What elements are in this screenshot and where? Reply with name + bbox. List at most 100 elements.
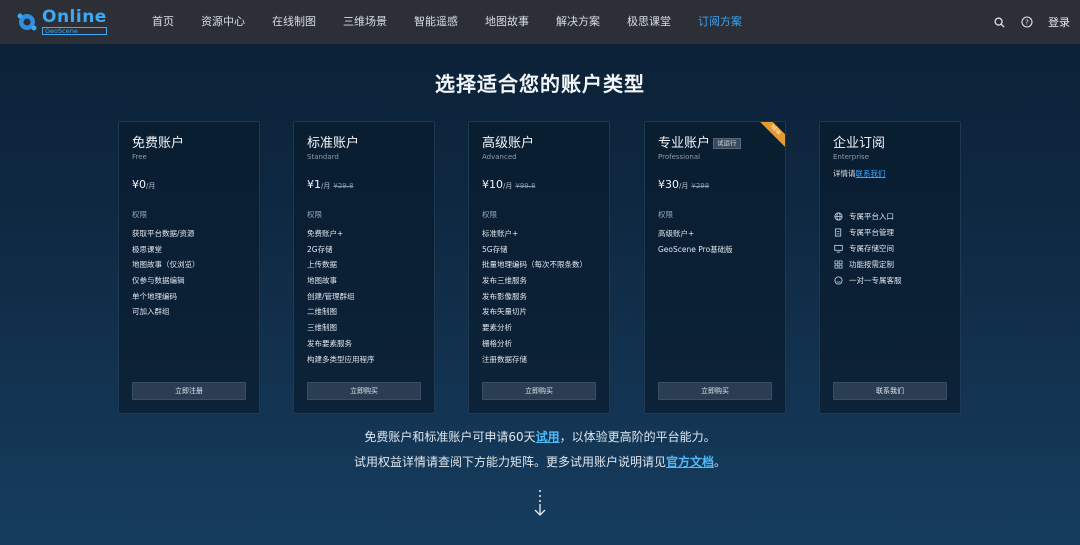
list-item: 三维制图 bbox=[307, 323, 337, 333]
nav-item-remote-sensing[interactable]: 智能遥感 bbox=[414, 0, 458, 44]
plan-title: 免费账户 bbox=[132, 136, 185, 151]
feature-list: 高级账户+ GeoScene Pro基础版 bbox=[658, 226, 733, 257]
list-item: 批量地理编码（每次不限条数） bbox=[482, 260, 587, 270]
smile-icon bbox=[833, 275, 843, 285]
feature-list: 标准账户+ 5G存储 批量地理编码（每次不限条数） 发布三维服务 发布影像服务 … bbox=[482, 226, 587, 367]
trial-link[interactable]: 试用 bbox=[536, 430, 560, 444]
contact-us-button[interactable]: 联系我们 bbox=[833, 382, 947, 400]
contact-detail: 详情请联系我们 bbox=[833, 169, 886, 178]
plan-price: ¥1/月 ¥29.8 bbox=[307, 178, 354, 191]
register-button[interactable]: 立即注册 bbox=[132, 382, 246, 400]
main-nav: 首页 资源中心 在线制图 三维场景 智能遥感 地图故事 解决方案 极思课堂 订阅… bbox=[152, 0, 769, 44]
trial-info-line: 免费账户和标准账户可申请60天试用，以体验更高阶的平台能力。 bbox=[364, 430, 716, 444]
page-title: 选择适合您的账户类型 bbox=[435, 72, 645, 96]
list-item: 上传数据 bbox=[307, 260, 337, 270]
list-item: 仅参与数据编辑 bbox=[132, 276, 185, 286]
plan-card-standard: 标准账户 Standard ¥1/月 ¥29.8 权限 免费账户+ 2G存储 上传… bbox=[293, 121, 435, 414]
list-item: 发布三维服务 bbox=[482, 276, 527, 286]
list-item: 免费账户+ bbox=[307, 229, 344, 238]
scroll-down-icon[interactable] bbox=[530, 488, 550, 520]
list-item: 可加入群组 bbox=[132, 307, 170, 317]
plan-subtitle: Professional bbox=[658, 153, 701, 161]
list-item: 单个地理编码 bbox=[132, 291, 177, 301]
plan-card-advanced: 高级账户 Advanced ¥10/月 ¥99.8 权限 标准账户+ 5G存储 批… bbox=[468, 121, 610, 414]
plan-title: 专业账户 试运行 bbox=[658, 132, 741, 151]
buy-button[interactable]: 立即购买 bbox=[482, 382, 596, 400]
list-item: 功能按需定制 bbox=[833, 256, 902, 272]
list-item: 2G存储 bbox=[307, 244, 333, 254]
buy-button[interactable]: 立即购买 bbox=[307, 382, 421, 400]
list-item: 发布影像服务 bbox=[482, 291, 527, 301]
list-item: GeoScene Pro基础版 bbox=[658, 244, 733, 254]
grid-icon bbox=[833, 259, 843, 269]
help-icon[interactable]: ? bbox=[1020, 15, 1034, 29]
list-item: 高级账户+ bbox=[658, 229, 695, 238]
globe-icon bbox=[833, 211, 843, 221]
server-icon bbox=[833, 227, 843, 237]
feature-list: 免费账户+ 2G存储 上传数据 地图故事 创建/管理群组 二维制图 三维制图 发… bbox=[307, 226, 375, 367]
logo-sub-text: GeoScene bbox=[42, 26, 107, 36]
plan-price: ¥30/月 ¥298 bbox=[658, 178, 710, 191]
list-item: 5G存储 bbox=[482, 244, 508, 254]
nav-item-online-mapping[interactable]: 在线制图 bbox=[272, 0, 316, 44]
login-link[interactable]: 登录 bbox=[1048, 14, 1070, 30]
list-item: 发布要素服务 bbox=[307, 338, 352, 348]
nav-item-subscription[interactable]: 订阅方案 bbox=[698, 0, 742, 44]
nav-item-3d-scenes[interactable]: 三维场景 bbox=[343, 0, 387, 44]
nav-item-solutions[interactable]: 解决方案 bbox=[556, 0, 600, 44]
nav-item-home[interactable]: 首页 bbox=[152, 0, 174, 44]
list-item: 创建/管理群组 bbox=[307, 291, 355, 301]
nav-item-resources[interactable]: 资源中心 bbox=[201, 0, 245, 44]
plan-card-free: 免费账户 Free ¥0/月 权限 获取平台数据/资源 极思课堂 地图故事（仅浏… bbox=[118, 121, 260, 414]
list-item: 发布矢量切片 bbox=[482, 307, 527, 317]
feature-list: 获取平台数据/资源 极思课堂 地图故事（仅浏览） 仅参与数据编辑 单个地理编码 … bbox=[132, 226, 200, 320]
plan-subtitle: Free bbox=[132, 153, 147, 161]
plan-price: ¥10/月 ¥99.8 bbox=[482, 178, 536, 191]
top-navigation-bar: Online GeoScene 首页 资源中心 在线制图 三维场景 智能遥感 地… bbox=[0, 0, 1080, 44]
original-price: ¥99.8 bbox=[515, 182, 536, 190]
plan-title: 高级账户 bbox=[482, 136, 535, 151]
list-item: 标准账户+ bbox=[482, 229, 519, 238]
list-item: 栅格分析 bbox=[482, 338, 512, 348]
logo-main-text: Online bbox=[42, 6, 107, 27]
trial-badge: 试运行 bbox=[713, 138, 741, 149]
permissions-label: 权限 bbox=[132, 210, 147, 219]
contact-us-link[interactable]: 联系我们 bbox=[856, 169, 886, 178]
list-item: 地图故事 bbox=[307, 276, 337, 286]
plan-title: 企业订阅 bbox=[833, 136, 886, 151]
list-item: 获取平台数据/资源 bbox=[132, 229, 195, 238]
feature-list: 专属平台入口 专属平台管理 专属存储空间 功能按需定制 一对一专属客服 bbox=[833, 208, 902, 288]
list-item: 极思课堂 bbox=[132, 244, 162, 254]
list-item: 一对一专属客服 bbox=[833, 272, 902, 288]
list-item: 构建多类型应用程序 bbox=[307, 354, 375, 364]
search-icon[interactable] bbox=[992, 15, 1006, 29]
permissions-label: 权限 bbox=[658, 210, 673, 219]
plan-subtitle: Standard bbox=[307, 153, 339, 161]
original-price: ¥29.8 bbox=[333, 182, 354, 190]
original-price: ¥298 bbox=[691, 182, 710, 190]
list-item: 专属存储空间 bbox=[833, 240, 902, 256]
plan-subtitle: Advanced bbox=[482, 153, 517, 161]
list-item: 注册数据存储 bbox=[482, 354, 527, 364]
permissions-label: 权限 bbox=[307, 210, 322, 219]
geoscene-logo-icon bbox=[16, 11, 38, 33]
logo[interactable]: Online GeoScene bbox=[16, 8, 107, 36]
list-item: 地图故事（仅浏览） bbox=[132, 260, 200, 270]
new-ribbon: NEW bbox=[759, 122, 785, 148]
docs-info-line: 试用权益详情请查阅下方能力矩阵。更多试用账户说明请见官方文档。 bbox=[353, 455, 727, 469]
plan-title: 标准账户 bbox=[307, 136, 360, 151]
official-docs-link[interactable]: 官方文档 bbox=[666, 455, 714, 469]
plan-subtitle: Enterprise bbox=[833, 153, 870, 161]
nav-item-classroom[interactable]: 极思课堂 bbox=[627, 0, 671, 44]
nav-item-map-stories[interactable]: 地图故事 bbox=[485, 0, 529, 44]
list-item: 要素分析 bbox=[482, 323, 512, 333]
buy-button[interactable]: 立即购买 bbox=[658, 382, 772, 400]
list-item: 专属平台入口 bbox=[833, 208, 902, 224]
list-item: 二维制图 bbox=[307, 307, 337, 317]
permissions-label: 权限 bbox=[482, 210, 497, 219]
plan-card-professional: NEW 专业账户 试运行 Professional ¥30/月 ¥298 权限 高级… bbox=[644, 121, 786, 414]
monitor-icon bbox=[833, 243, 843, 253]
plan-card-enterprise: 企业订阅 Enterprise 详情请联系我们 专属平台入口 专属平台管理 专属… bbox=[819, 121, 961, 414]
list-item: 专属平台管理 bbox=[833, 224, 902, 240]
svg-text:?: ? bbox=[1025, 19, 1029, 27]
